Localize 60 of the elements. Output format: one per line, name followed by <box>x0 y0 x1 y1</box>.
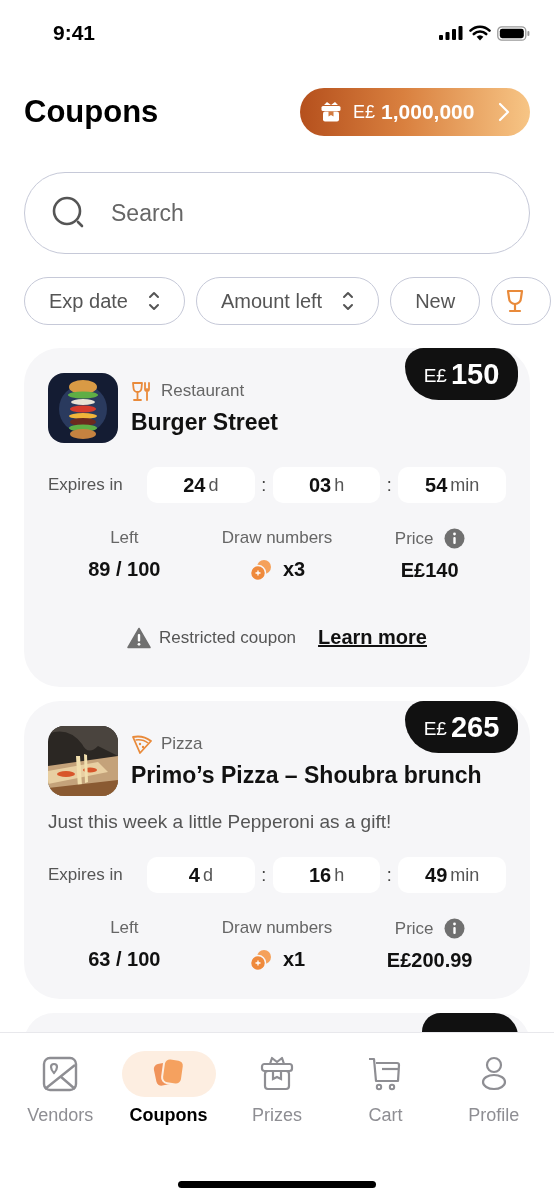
image-pin-icon <box>42 1056 79 1092</box>
category-label: Pizza <box>161 734 203 754</box>
gift-icon <box>319 100 343 124</box>
wifi-icon <box>469 25 491 41</box>
sort-icon <box>342 290 355 312</box>
coins-icon <box>248 558 273 581</box>
chevron-right-icon <box>498 102 510 122</box>
stat-label: Left <box>110 918 139 938</box>
stat-value: 63 / 100 <box>88 948 161 971</box>
stat-label: Left <box>110 528 139 548</box>
stat-value: E£140 <box>400 559 459 582</box>
stat-value: E£200.99 <box>386 949 473 972</box>
page-title: Coupons <box>24 94 159 130</box>
sort-icon <box>147 290 160 312</box>
time-separator: : <box>260 474 268 496</box>
pizza-slice-icon <box>131 733 152 755</box>
coins-icon <box>248 948 273 971</box>
warning-icon <box>127 626 151 649</box>
countdown-box: 16 h <box>272 857 381 893</box>
filter-chip[interactable]: New <box>390 277 481 325</box>
learn-more-link[interactable]: Learn more <box>318 626 427 649</box>
countdown-box: 24d <box>147 467 255 503</box>
stat-label: Price <box>394 918 434 939</box>
gift-box-icon <box>259 1056 295 1092</box>
countdown-box: 54min <box>398 467 506 503</box>
value-badge: E£265 <box>405 701 518 753</box>
stat-value: x1 <box>282 948 306 971</box>
filter-chip[interactable] <box>491 277 552 325</box>
filter-chip[interactable]: Amount left <box>195 277 380 325</box>
value-badge: E£150 <box>405 348 518 400</box>
search-input[interactable]: Search <box>109 198 503 228</box>
coupon-description: Just this week a little Pepperoni as a gift! <box>48 811 393 833</box>
restriction-note: Restricted coupon <box>159 627 297 648</box>
info-icon <box>443 528 465 549</box>
countdown-box: 03 h <box>272 467 381 503</box>
balance-button[interactable]: E£ 1,000,000 <box>300 88 530 136</box>
expires-label: Expires in <box>48 475 124 495</box>
stat-value: x3 <box>282 558 306 581</box>
time-separator: : <box>385 864 393 886</box>
vendor-name: Burger Street <box>131 408 278 436</box>
filter-chip[interactable]: Exp date <box>24 277 185 325</box>
category-label: Restaurant <box>161 381 245 401</box>
vendor-name: Primo’s Pizza – Shoubra brunch <box>131 761 482 789</box>
countdown-box: 49 min <box>398 857 506 893</box>
coupon-card[interactable]: E£265 Pizza Primo’s Pizza – Shoubra brunch Just this week a little Pepperoni as a gift! Expires in 4d : 16 h : 49 min Left 63 / 100 Draw numbers x1 Price E£200.99 <box>24 701 530 999</box>
time-separator: : <box>385 474 393 496</box>
stat-label: Draw numbers <box>221 918 333 938</box>
countdown-box: 4d <box>147 857 255 893</box>
trophy-icon <box>506 289 525 313</box>
info-icon <box>443 918 465 939</box>
status-time: 9:41 <box>53 21 96 45</box>
coupon-card[interactable]: E£150 Restaurant Burger Street Expires in 24d : 03 h : 54min Left 89 / 100 Draw numbers x3 Price E£140 Restricted coupon Learn more <box>24 348 530 687</box>
stat-value: 89 / 100 <box>88 558 161 581</box>
glass-fork-icon <box>131 380 152 402</box>
time-separator: : <box>260 864 268 886</box>
battery-icon <box>497 25 530 41</box>
stat-label: Draw numbers <box>221 528 333 548</box>
stat-label: Price <box>394 528 434 549</box>
expires-label: Expires in <box>48 865 124 885</box>
signal-icon <box>439 26 463 40</box>
